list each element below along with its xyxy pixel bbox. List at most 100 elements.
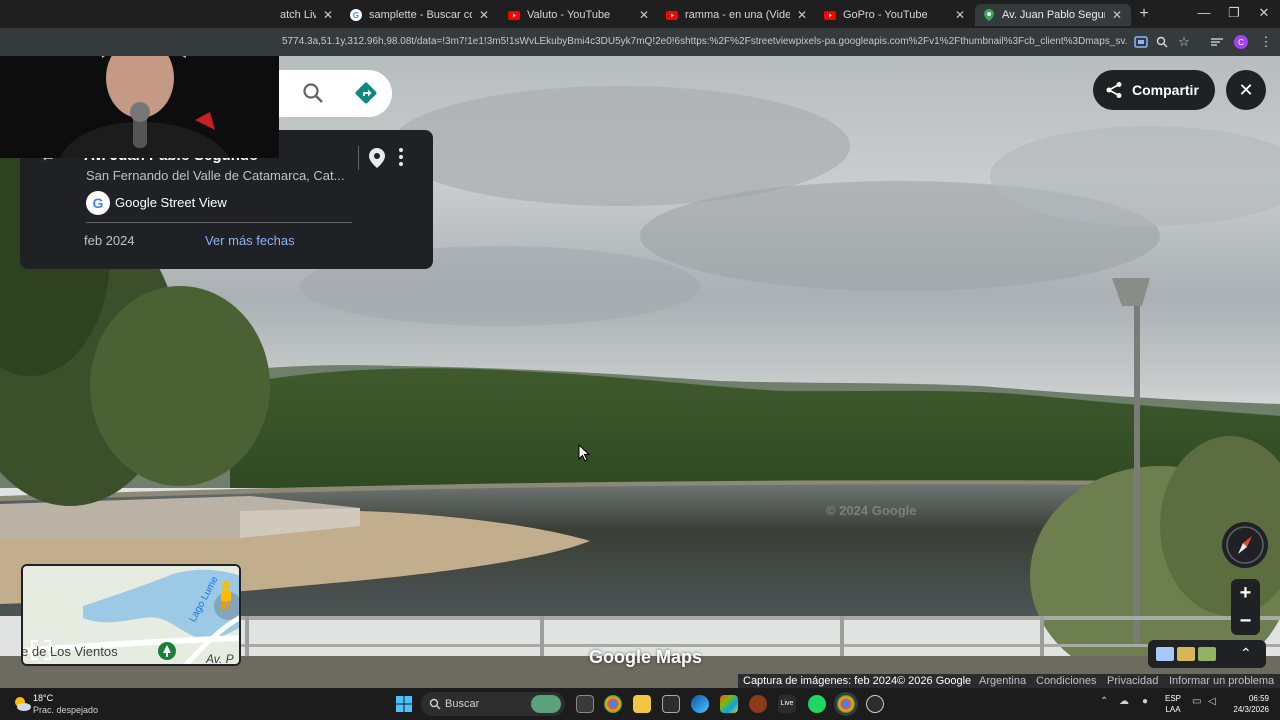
google-maps-logo: Google Maps: [589, 647, 703, 667]
tab-close-icon[interactable]: ✕: [638, 8, 650, 22]
more-options-icon[interactable]: [397, 147, 405, 167]
compass-icon: [1226, 526, 1264, 564]
imagery-layers-control[interactable]: ⌃: [1148, 640, 1266, 668]
volume-icon[interactable]: ◁: [1208, 696, 1216, 707]
chrome-active-icon[interactable]: [837, 695, 855, 713]
privacy-link[interactable]: Privacidad: [1107, 675, 1158, 687]
tab-label: Av. Juan Pablo Segundo - Goo: [1002, 9, 1105, 21]
chevron-up-icon[interactable]: ⌃: [1240, 645, 1252, 662]
lang-layout: LAA: [1165, 705, 1181, 714]
browser-menu-icon[interactable]: ⋮: [1258, 34, 1274, 50]
google-watermark: © 2024 Google: [826, 503, 917, 518]
cast-icon[interactable]: [1133, 34, 1149, 50]
new-tab-icon[interactable]: +: [1136, 5, 1152, 23]
terms-link[interactable]: Condiciones: [1036, 675, 1097, 687]
capture-info: Captura de imágenes: feb 2024: [743, 675, 898, 687]
tab-label: ramma - en una (Video Oficial): [685, 9, 790, 21]
tab-valuto[interactable]: Valuto - YouTube ✕: [500, 4, 658, 26]
google-icon: G: [350, 9, 362, 21]
minimize-icon[interactable]: —: [1196, 5, 1212, 20]
tab-samplette[interactable]: G samplette - Buscar con Google ✕: [342, 4, 498, 26]
live-app-icon[interactable]: Live: [778, 695, 796, 713]
app-icon[interactable]: [749, 695, 767, 713]
maps-pin-icon: [983, 9, 995, 21]
tab-close-icon[interactable]: ✕: [954, 8, 966, 22]
search-icon: [429, 698, 441, 710]
map-pin-icon[interactable]: [369, 148, 385, 168]
park-icon: [158, 642, 176, 660]
bookmark-star-icon[interactable]: ☆: [1176, 34, 1192, 50]
tab-ramma[interactable]: ramma - en una (Video Oficial) ✕: [658, 4, 816, 26]
copilot-icon[interactable]: [720, 695, 738, 713]
capture-date: feb 2024: [84, 233, 135, 248]
edge-icon[interactable]: [691, 695, 709, 713]
reading-list-icon[interactable]: [1209, 34, 1225, 50]
lang-code: ESP: [1165, 694, 1182, 703]
directions-icon[interactable]: [354, 81, 378, 105]
maps-footer: Captura de imágenes: feb 2024 © 2026 Goo…: [738, 674, 1280, 688]
maximize-icon[interactable]: ❐: [1226, 5, 1242, 21]
youtube-icon: [824, 9, 836, 21]
taskbar-search[interactable]: Buscar: [421, 692, 565, 716]
share-icon: [1106, 82, 1122, 98]
country-link[interactable]: Argentina: [979, 675, 1026, 687]
compass-button[interactable]: [1222, 522, 1268, 568]
onedrive-icon[interactable]: ☁: [1119, 696, 1129, 707]
system-clock[interactable]: 06:59 24/3/2026: [1229, 693, 1269, 715]
svg-text:C: C: [1238, 38, 1244, 47]
close-street-view-button[interactable]: ✕: [1226, 70, 1266, 110]
imagery-source: Google Street View: [115, 195, 227, 210]
search-highlight-icon: [531, 695, 561, 713]
google-icon: G: [86, 191, 110, 215]
maps-search-box[interactable]: [272, 70, 392, 117]
street-view-panorama[interactable]: ← Av. Juan Pablo Segundo San Fernando de…: [0, 56, 1280, 688]
tab-close-icon[interactable]: ✕: [1111, 8, 1123, 22]
chevron-up-icon[interactable]: ⌃: [1100, 696, 1108, 707]
layer-thumbnail[interactable]: [1156, 647, 1174, 661]
url-field[interactable]: 5774.3a,51.1y,312.96h,98.08t/data=!3m7!1…: [282, 36, 1127, 47]
more-dates-link[interactable]: Ver más fechas: [205, 233, 295, 248]
share-button[interactable]: Compartir: [1093, 70, 1215, 110]
mini-map[interactable]: Lago Lume e de Los Vientos Av. P: [21, 564, 241, 666]
network-icon[interactable]: ▭: [1192, 696, 1201, 707]
expand-map-icon[interactable]: [29, 638, 53, 662]
zoom-out-button[interactable]: −: [1231, 607, 1260, 635]
profile-avatar[interactable]: C: [1233, 34, 1249, 50]
report-problem-link[interactable]: Informar un problema: [1169, 675, 1274, 687]
store-icon[interactable]: [662, 695, 680, 713]
mouse-cursor-icon: [578, 444, 590, 462]
tab-close-icon[interactable]: ✕: [796, 8, 808, 22]
tab-live[interactable]: atch Live o ✕: [272, 4, 342, 26]
recorder-icon[interactable]: [866, 695, 884, 713]
spotify-icon[interactable]: [808, 695, 826, 713]
tab-close-icon[interactable]: ✕: [478, 8, 490, 22]
weather-temperature: 18°C: [33, 693, 54, 703]
zoom-icon[interactable]: [1154, 34, 1170, 50]
input-language[interactable]: ESP LAA: [1165, 693, 1181, 715]
search-icon[interactable]: [302, 82, 324, 104]
windows-start-icon[interactable]: [396, 696, 412, 712]
zoom-in-button[interactable]: +: [1231, 579, 1260, 607]
svg-text:G: G: [93, 195, 104, 211]
file-explorer-icon[interactable]: [633, 695, 651, 713]
copyright: © 2026 Google: [897, 675, 972, 687]
tab-label: Valuto - YouTube: [527, 9, 611, 21]
tab-label: samplette - Buscar con Google: [369, 9, 472, 21]
chrome-icon[interactable]: [604, 695, 622, 713]
tab-maps-active[interactable]: Av. Juan Pablo Segundo - Goo ✕: [975, 4, 1131, 26]
weather-icon[interactable]: [12, 694, 32, 714]
divider: [358, 146, 359, 170]
taskbar-search-label: Buscar: [445, 698, 480, 710]
task-view-icon[interactable]: [576, 695, 594, 713]
tab-close-icon[interactable]: ✕: [322, 8, 334, 22]
layer-thumbnail[interactable]: [1177, 647, 1195, 661]
windows-taskbar: 18°C Prac. despejado Buscar Live ⌃ ☁ ● E…: [0, 688, 1280, 720]
layer-thumbnail[interactable]: [1198, 647, 1216, 661]
clock-date: 24/3/2026: [1233, 705, 1269, 714]
microphone-icon[interactable]: ●: [1142, 696, 1148, 707]
window-close-icon[interactable]: ✕: [1256, 5, 1272, 21]
tab-gopro[interactable]: GoPro - YouTube ✕: [816, 4, 974, 26]
pegman-icon[interactable]: [218, 580, 234, 610]
webcam-overlay: [0, 56, 279, 158]
clock-time: 06:59: [1248, 694, 1269, 703]
